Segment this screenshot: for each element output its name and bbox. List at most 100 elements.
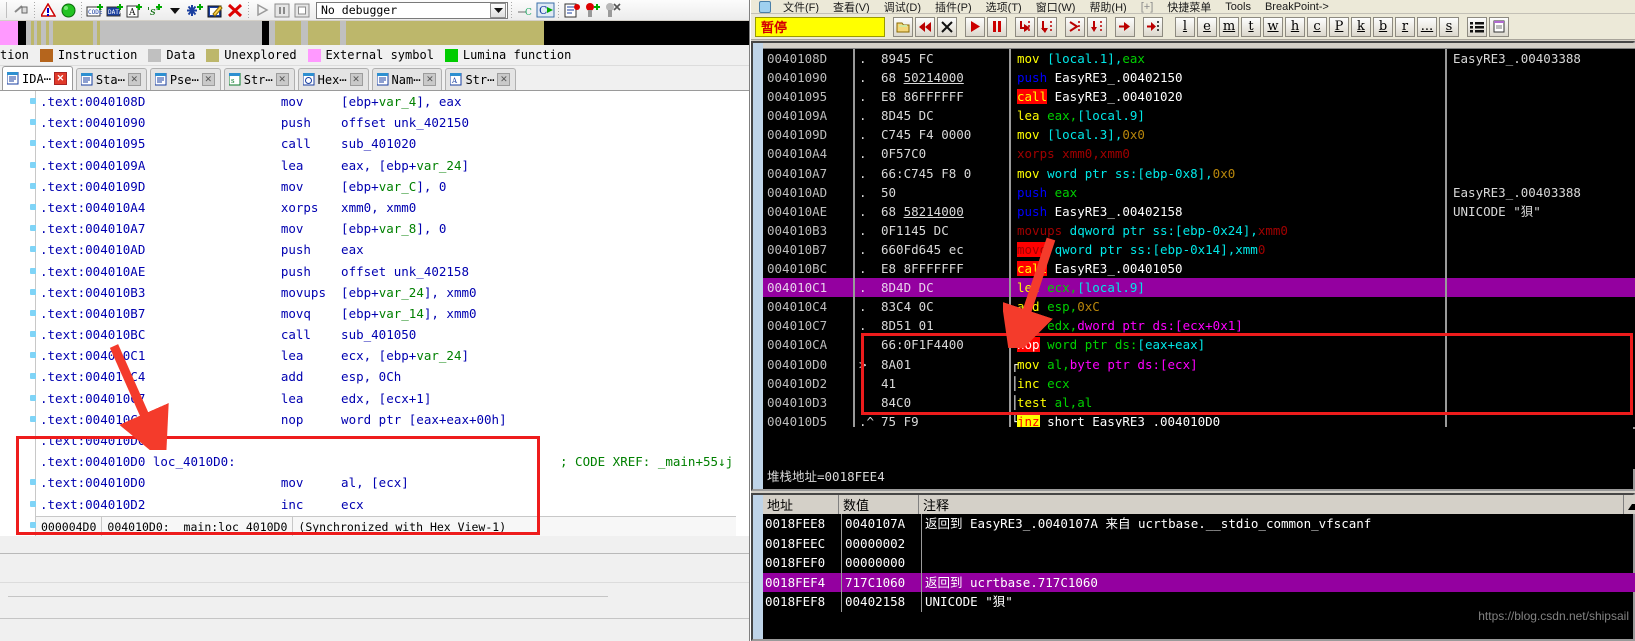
list-icon[interactable] bbox=[1467, 16, 1487, 37]
debugger-stack-pane[interactable]: 地址 数值 注释 0018FEE8 0040107A 返回到 EasyRE3_.00… bbox=[751, 493, 1635, 641]
toolbar-button-s[interactable]: s bbox=[1439, 16, 1459, 37]
ida-disassembly-row[interactable]: .text:004010D0 loc_4010D0: ; CODE XREF: … bbox=[0, 451, 749, 472]
debugger-disassembly-row[interactable]: 004010CA. 66:0F1F4400 nop word ptr ds:[ea… bbox=[763, 335, 1635, 355]
tab-structures[interactable]: Sta⋯ ✕ bbox=[75, 68, 147, 90]
debugger-disassembly-row[interactable]: 004010D0 >8A01 ┌ mov al,byte ptr ds:[ecx] bbox=[763, 354, 1635, 374]
menu-plus[interactable]: [+] bbox=[1134, 1, 1161, 13]
close-icon[interactable]: ✕ bbox=[275, 73, 289, 86]
close-icon[interactable]: ✕ bbox=[423, 73, 437, 86]
close-icon[interactable]: ✕ bbox=[127, 73, 141, 86]
execute-till-user-code-icon[interactable] bbox=[1143, 16, 1163, 37]
tab-names[interactable]: Nam⋯ ✕ bbox=[371, 68, 443, 90]
make-data-icon[interactable]: DATA bbox=[105, 1, 125, 19]
ida-disassembly-row[interactable]: .text:004010AE push offset unk_402158 bbox=[0, 261, 749, 282]
toolbar-button-P[interactable]: P bbox=[1329, 16, 1349, 37]
pause-icon[interactable] bbox=[987, 16, 1007, 37]
make-struct-icon[interactable] bbox=[185, 1, 205, 19]
close-icon[interactable]: ✕ bbox=[349, 73, 363, 86]
toolbar-button-r[interactable]: r bbox=[1395, 16, 1415, 37]
toolbar-button-w[interactable]: w bbox=[1263, 16, 1283, 37]
breakpoint-dot[interactable] bbox=[30, 415, 36, 422]
close-icon[interactable]: ✕ bbox=[497, 73, 511, 86]
breakpoint-dot[interactable] bbox=[30, 182, 36, 189]
toolbar-button-dotdotdot[interactable]: ... bbox=[1417, 16, 1437, 37]
menu-window[interactable]: 窗口(W) bbox=[1029, 0, 1083, 14]
toolbar-button-b[interactable]: b bbox=[1373, 16, 1393, 37]
menu-options[interactable]: 选项(T) bbox=[979, 0, 1029, 14]
ida-disassembly-row[interactable]: .text:004010AD push eax bbox=[0, 239, 749, 260]
toolbar-button-k[interactable]: k bbox=[1351, 16, 1371, 37]
debugger-disassembly-row[interactable]: 004010D3. 84C0 │ test al,al bbox=[763, 392, 1635, 412]
ida-disassembly-row[interactable]: .text:004010C1 lea ecx, [ebp+var_24] bbox=[0, 345, 749, 366]
ida-disassembly-row[interactable]: .text:004010CA nop word ptr [eax+eax+00h… bbox=[0, 409, 749, 430]
stack-scrollbar[interactable] bbox=[1623, 495, 1635, 514]
tab-hex-view[interactable]: Hex⋯ ✕ bbox=[297, 68, 369, 90]
debugger-disassembly-row[interactable]: 0040108D. 8945 FC mov [local.1],eax EasyRE3… bbox=[763, 49, 1635, 69]
close-icon[interactable] bbox=[937, 16, 957, 37]
ida-disassembly-view[interactable]: .text:0040108D mov [ebp+var_4], eax .text… bbox=[0, 90, 749, 536]
make-string-icon[interactable]: 's' bbox=[145, 1, 165, 19]
stack-row[interactable]: 0018FEF4 717C1060 返回到 ucrtbase.717C1060 bbox=[763, 572, 1635, 592]
make-code-icon[interactable]: CODE bbox=[85, 1, 105, 19]
ida-disassembly-row[interactable]: .text:004010D2 inc ecx bbox=[0, 494, 749, 515]
breakpoint-dot[interactable] bbox=[30, 119, 36, 126]
breakpoint-dot[interactable] bbox=[30, 225, 36, 232]
debugger-disassembly-row[interactable]: 004010C1. 8D4D DC lea ecx,[local.9] bbox=[763, 278, 1635, 298]
debugger-disassembly-row[interactable]: 004010A7. 66:C745 F8 0 mov word ptr ss:[eb… bbox=[763, 163, 1635, 183]
edit-function-icon[interactable] bbox=[205, 1, 225, 19]
step-over-icon[interactable] bbox=[1037, 16, 1057, 37]
ida-disassembly-row[interactable]: .text:004010D0 bbox=[0, 430, 749, 451]
menu-file[interactable]: 文件(F) bbox=[776, 0, 826, 14]
debugger-disassembly-row[interactable]: 004010AE. 68 58214000 push EasyRE3_.004021… bbox=[763, 201, 1635, 221]
add-breakpoint-icon[interactable] bbox=[582, 1, 602, 19]
ida-disassembly-row[interactable]: .text:0040109A lea eax, [ebp+var_24] bbox=[0, 155, 749, 176]
toolbar-button-l[interactable]: l bbox=[1175, 16, 1195, 37]
ida-disassembly-row[interactable]: .text:004010C4 add esp, 0Ch bbox=[0, 366, 749, 387]
step-into-icon[interactable]: C bbox=[535, 1, 555, 19]
open-module-icon[interactable] bbox=[893, 16, 913, 37]
warning-icon[interactable] bbox=[38, 1, 58, 19]
run-icon[interactable] bbox=[965, 16, 985, 37]
tab-pseudocode[interactable]: Pse⋯ ✕ bbox=[149, 68, 221, 90]
toolbar-button-m[interactable]: m bbox=[1219, 16, 1239, 37]
menu-tools[interactable]: Tools bbox=[1218, 1, 1258, 13]
menu-view[interactable]: 查看(V) bbox=[826, 0, 877, 14]
patch-icon[interactable] bbox=[1489, 16, 1509, 37]
delete-icon[interactable] bbox=[225, 1, 245, 19]
ida-disassembly-row[interactable]: .text:004010B3 movups [ebp+var_24], xmm0 bbox=[0, 282, 749, 303]
step-into-icon[interactable] bbox=[1015, 16, 1035, 37]
stack-rows[interactable]: 0018FEE8 0040107A 返回到 EasyRE3_.0040107A 来自… bbox=[763, 514, 1635, 612]
breakpoint-dot[interactable] bbox=[30, 309, 36, 316]
debugger-disassembly-row[interactable]: 0040109A. 8D45 DC lea eax,[local.9] bbox=[763, 106, 1635, 126]
breakpoints-icon[interactable] bbox=[562, 1, 582, 19]
breakpoint-dot[interactable] bbox=[30, 331, 36, 338]
delete-breakpoint-icon[interactable] bbox=[602, 1, 622, 19]
debugger-select[interactable]: No debugger bbox=[316, 1, 508, 19]
ida-disassembly-row[interactable]: .text:004010D0 mov al, [ecx] bbox=[0, 472, 749, 493]
breakpoint-dot[interactable] bbox=[30, 288, 36, 295]
breakpoint-dot[interactable] bbox=[30, 203, 36, 210]
debugger-disassembly-row[interactable]: 0040109D. C745 F4 0000 mov [local.3],0x0 bbox=[763, 125, 1635, 145]
make-ascii-icon[interactable]: A bbox=[125, 1, 145, 19]
stack-row[interactable]: 0018FEF0 00000000 bbox=[763, 553, 1635, 573]
ida-disassembly-row[interactable]: .text:004010C7 lea edx, [ecx+1] bbox=[0, 388, 749, 409]
debugger-disassembly-row[interactable]: 004010AD. 50 push eax EasyRE3_.00403388 bbox=[763, 182, 1635, 202]
debugger-disassembly-row[interactable]: 004010D2. 41 │ inc ecx bbox=[763, 373, 1635, 393]
debugger-disassembly-row[interactable]: 004010D5 .^ 75 F9 └ jnz short EasyRE3_.00401… bbox=[763, 411, 1635, 427]
tab-strings[interactable]: s Str⋯ ✕ bbox=[223, 68, 295, 90]
toolbar-button-t[interactable]: t bbox=[1241, 16, 1261, 37]
debugger-disassembly-row[interactable]: 004010C7. 8D51 01 lea edx,dword ptr ds:[ec… bbox=[763, 316, 1635, 336]
ida-disassembly-row[interactable]: .text:00401095 call sub_401020 bbox=[0, 133, 749, 154]
breakpoint-dot[interactable] bbox=[30, 140, 36, 147]
menu-shortcut[interactable]: 快捷菜单 bbox=[1160, 0, 1218, 14]
tab-ida-view-a[interactable]: IDA⋯ ✕ bbox=[2, 66, 73, 90]
restart-icon[interactable] bbox=[915, 16, 935, 37]
debugger-disassembly-rows[interactable]: 0040108D. 8945 FC mov [local.1],eax EasyRE3… bbox=[763, 49, 1635, 427]
ida-disassembly-row[interactable]: .text:004010A7 mov [ebp+var_8], 0 bbox=[0, 218, 749, 239]
execute-till-return-icon[interactable] bbox=[1115, 16, 1135, 37]
breakpoint-dot[interactable] bbox=[30, 479, 36, 486]
breakpoint-dot[interactable] bbox=[30, 246, 36, 253]
debugger-disassembly-row[interactable]: 004010C4. 83C4 0C add esp,0xC bbox=[763, 297, 1635, 317]
menu-breakpoint[interactable]: BreakPoint-> bbox=[1258, 1, 1336, 13]
ida-disassembly-row[interactable]: .text:004010A4 xorps xmm0, xmm0 bbox=[0, 197, 749, 218]
